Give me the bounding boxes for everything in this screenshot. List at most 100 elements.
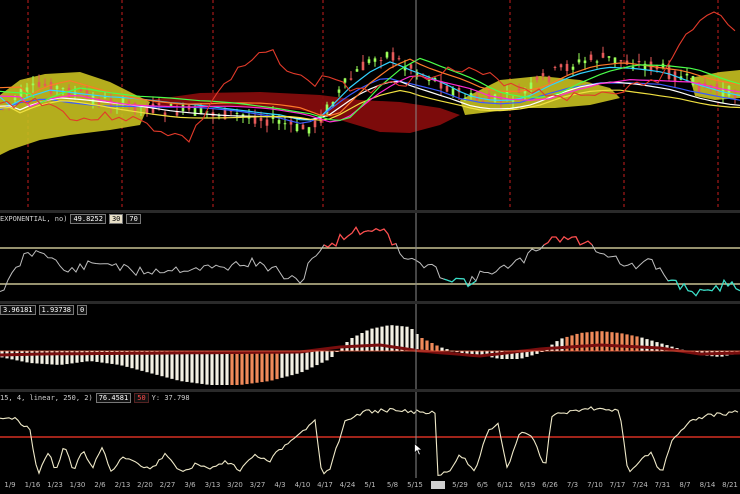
histogram-bar [615,332,619,351]
histogram-bar [650,340,654,351]
rsi-overbought-segment [323,226,397,248]
candle-body [721,88,725,98]
histogram-bar [600,331,604,351]
histogram-bar [470,351,474,355]
x-axis-label: 7/10 [587,481,603,489]
candle-body [349,78,353,80]
candle-body [37,82,41,87]
histogram-bar [300,351,304,373]
x-axis-label: 3/20 [227,481,243,489]
histogram-bar [635,336,639,351]
x-axis-label: 1/16 [24,481,41,489]
histogram-bar [175,351,179,381]
histogram-bar [565,336,569,351]
histogram-bar [585,332,589,351]
candle-body [511,100,515,102]
histogram-bar [575,333,579,351]
x-axis-label: 7/3 [566,481,579,489]
candle-body [547,76,551,83]
histogram-bar [370,328,374,351]
candle-body [451,88,455,96]
candle-body [181,104,185,112]
x-axis-label: 8/21 [722,481,738,489]
time-axis[interactable]: 1/9 1/16 1/23 1/30 2/6 2/13 2/20 2/27 3/6 3/13 3/2… [0,478,740,494]
histogram-bar [245,351,249,385]
histogram-bar [185,351,189,382]
rsi-upper-level[interactable]: 70 [126,213,141,224]
histogram-bar [195,351,199,384]
histogram-bar [530,351,534,356]
candle-body [409,64,413,69]
x-axis-label: 1/9 [4,481,16,489]
histogram-bar [375,327,379,351]
candle-body [595,61,599,63]
histogram-bar [285,351,289,377]
candle-body [61,87,65,89]
histogram-bar [435,345,439,351]
rsi-header: EXPONENTIAL, no) 49.8252 30 70 [0,213,144,224]
candle-body [565,63,569,71]
candle-body [589,54,593,61]
rsi-line [0,226,740,297]
candle-body [103,97,107,99]
x-axis-label: 1/30 [69,481,86,489]
x-axis-label: 2/13 [114,481,131,489]
trading-chart-stage[interactable] [0,0,740,494]
candle-body [529,82,533,89]
candle-body [169,104,173,106]
histogram-bar [430,343,434,351]
histogram-bar [295,351,299,374]
histogram-bar [535,351,539,354]
histogram-bar [235,351,239,385]
candle-body [445,85,449,92]
histogram-bar [580,332,584,351]
histogram-bar [230,351,234,385]
histogram-bar [605,331,609,351]
histogram-bar [625,334,629,351]
candle-body [313,120,317,128]
histogram-bar [355,335,359,351]
x-axis-label: 4/17 [317,481,333,489]
histogram-bar [225,351,229,385]
macd-histogram-panel[interactable] [0,325,740,385]
histogram-bar [315,351,319,366]
histogram-bar [165,351,169,378]
x-axis-label: 8/7 [679,481,691,489]
rsi-lower-level[interactable]: 30 [108,213,124,224]
histogram-bar [365,330,369,351]
candle-body [259,117,263,121]
candle-body [541,73,545,76]
candle-body [427,79,431,82]
histogram-bar [555,341,559,351]
candle-body [607,56,611,58]
candle-body [307,127,311,134]
stochastic-indicator-panel[interactable] [0,406,740,477]
candle-body [373,58,377,62]
candle-body [583,60,587,64]
candle-body [361,61,365,71]
stoch-level[interactable]: 50 [134,392,149,403]
histogram-bar [205,351,209,385]
histogram-bar [640,337,644,351]
stochastic-line [0,406,739,477]
histogram-bar [570,335,574,351]
rsi-indicator-panel[interactable] [0,226,740,297]
candle-body [601,52,605,58]
histogram-bar [240,351,244,385]
x-axis-label: 5/1 [364,481,376,489]
macd-header: 3.96181 1.93738 0 [0,304,90,315]
histogram-bar [320,351,324,363]
histogram-bar [200,351,204,384]
histogram-bar [190,351,194,383]
macd-value-3: 0 [77,304,88,315]
x-axis-label: 6/5 [476,481,489,489]
candle-body [397,58,401,60]
histogram-bar [350,338,354,351]
candle-body [559,64,563,68]
histogram-bar [325,351,329,361]
candle-body [337,89,341,93]
price-chart-panel[interactable] [0,0,740,208]
panel-divider[interactable] [0,301,740,304]
x-axis-label-selected [430,481,445,489]
rsi-oversold-segment [667,278,740,297]
